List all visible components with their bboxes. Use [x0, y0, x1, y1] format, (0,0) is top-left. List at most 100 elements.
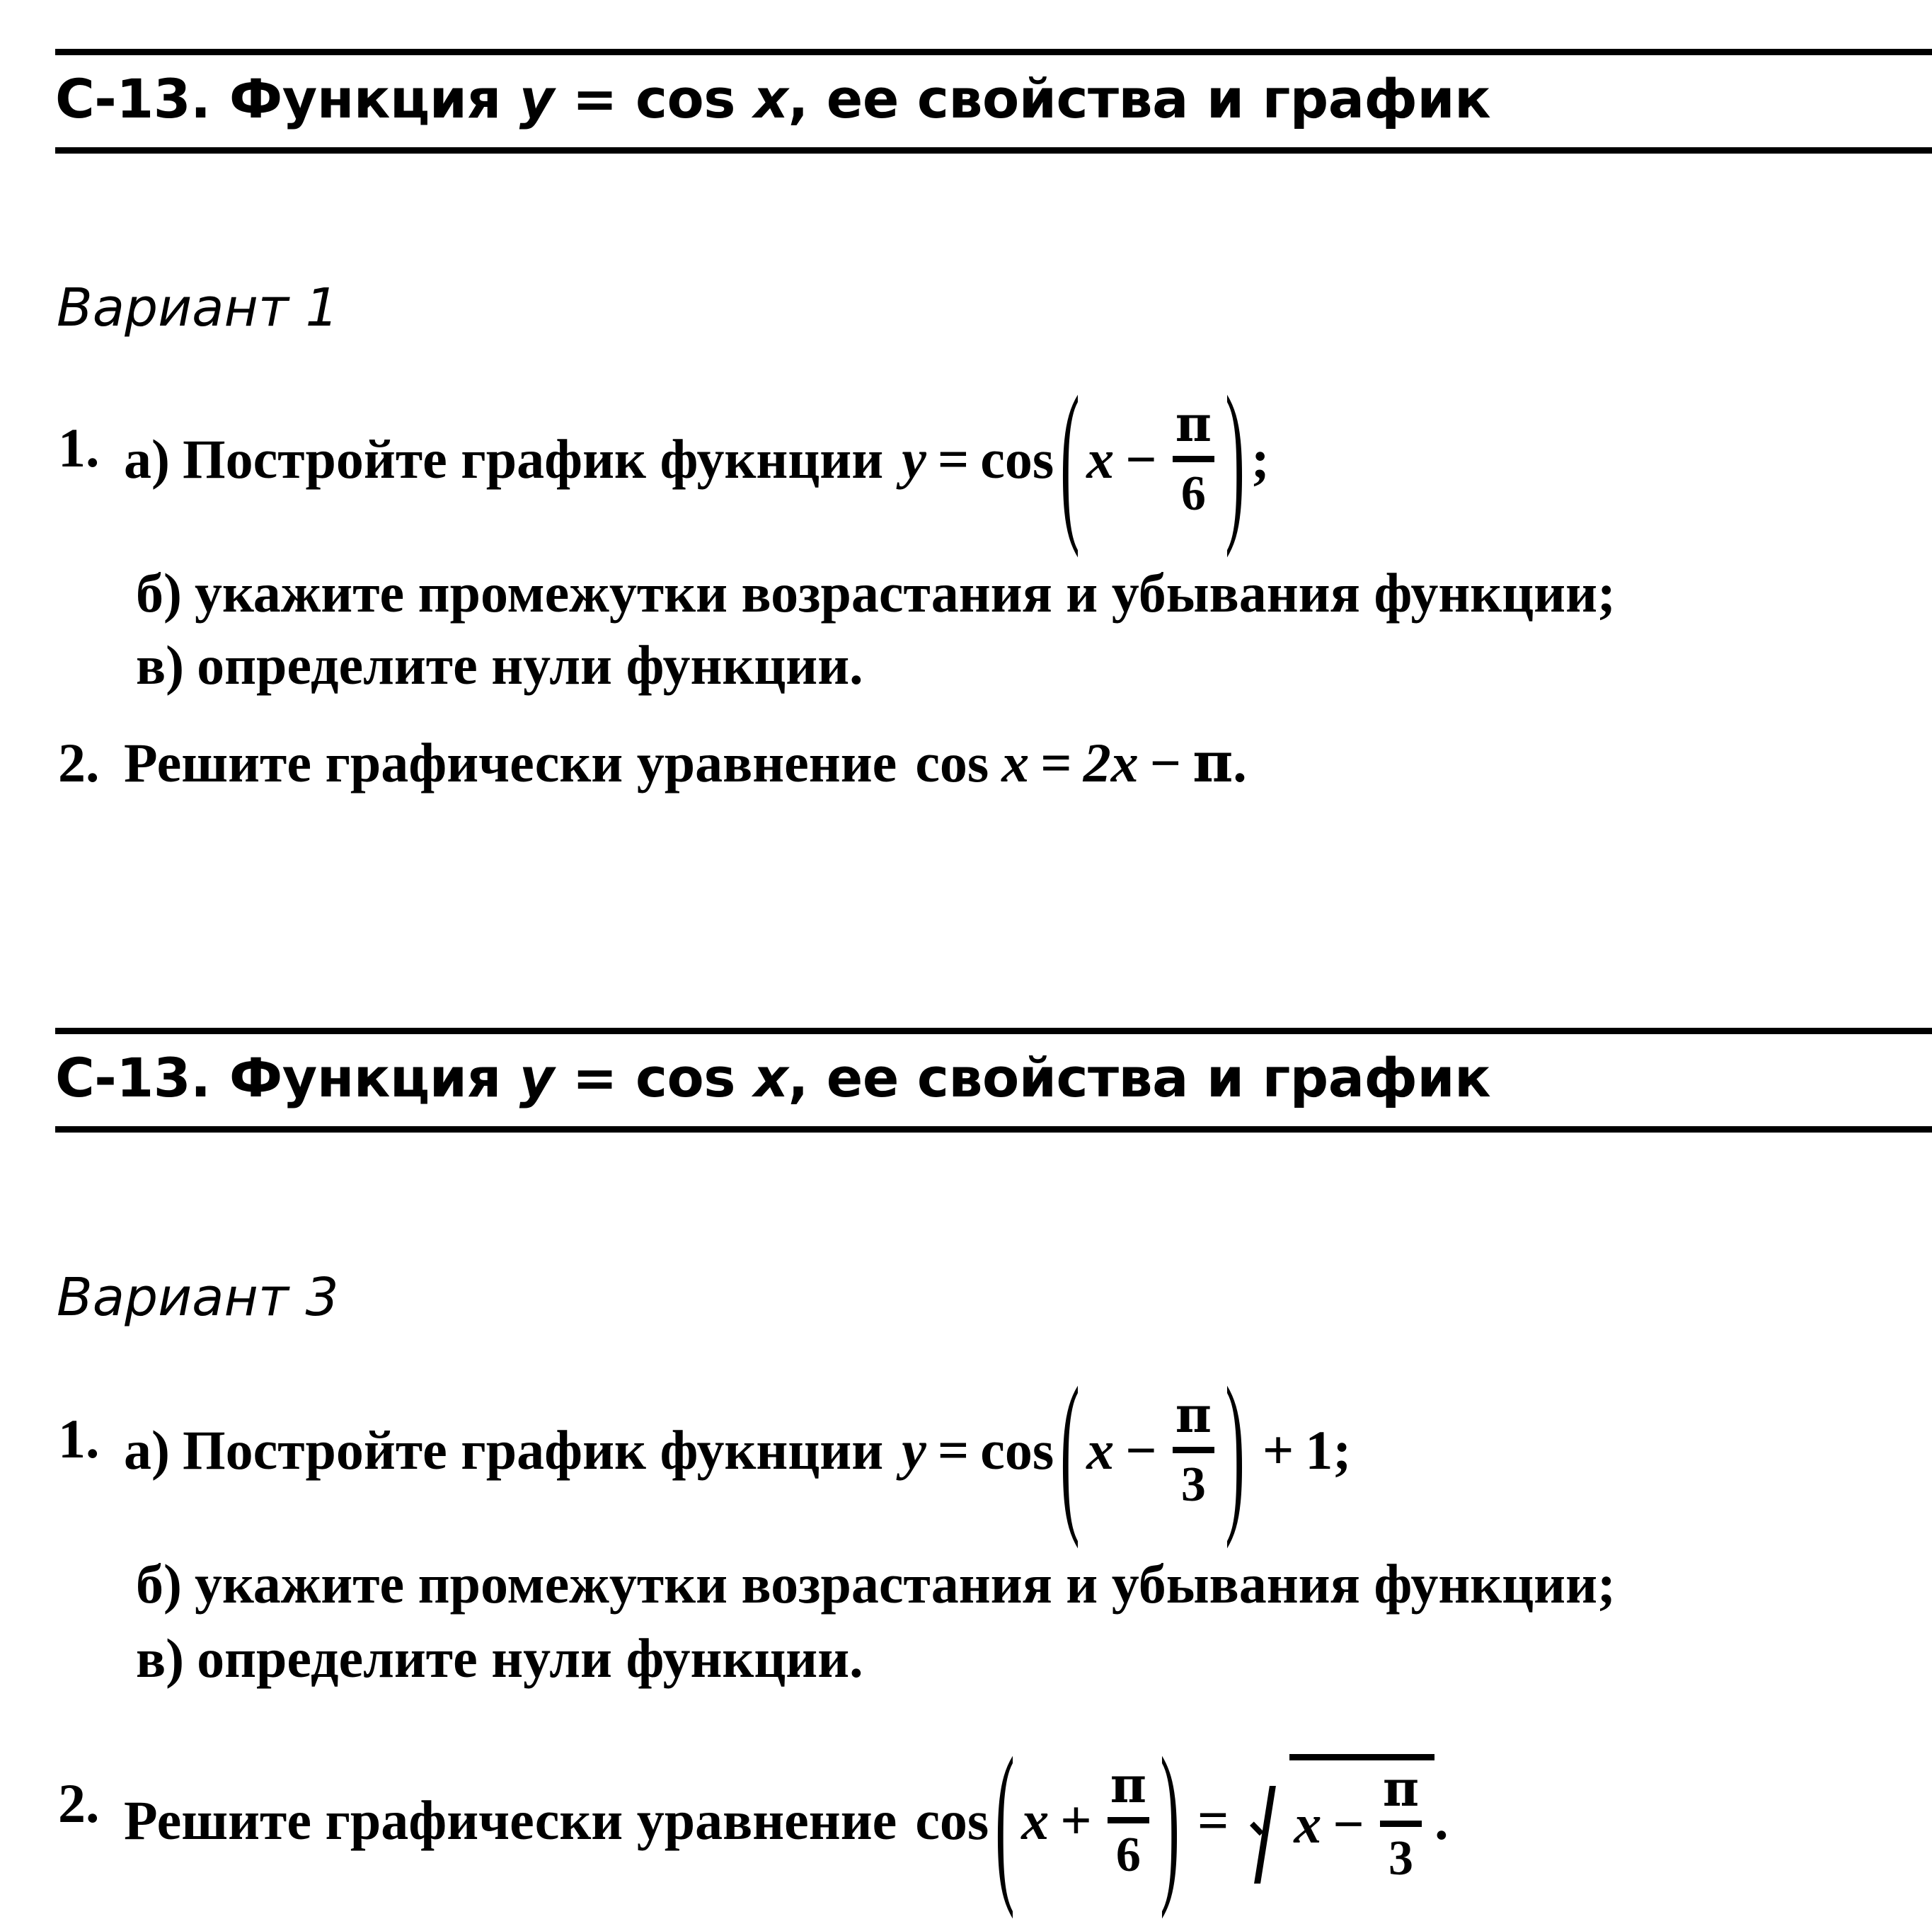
header-rule-bottom — [55, 147, 1932, 154]
formula2-fraction: π 3 — [1172, 1387, 1214, 1513]
fraction-numerator: π — [1175, 394, 1212, 453]
fraction-bar — [1172, 456, 1214, 462]
part-b-text-2: укажите промежутки возрастания и убывани… — [194, 1553, 1616, 1615]
formula2-one: 1 — [1305, 1419, 1333, 1481]
section-code: С-13. — [55, 67, 211, 130]
header-rule-top — [55, 49, 1932, 55]
header-rule-bottom-2 — [55, 1126, 1932, 1133]
part-b-text: укажите промежутки возрастания и убывани… — [194, 562, 1616, 624]
task-number-2-2: 2. — [58, 1772, 100, 1834]
task-2-line-2: Решите графически уравнение cos ( x + π … — [124, 1719, 1449, 1920]
formula-paren-close: ) — [1225, 357, 1245, 558]
formula2-cos: cos — [980, 1419, 1054, 1481]
eq-var: x — [1001, 732, 1030, 793]
radical-sign — [1250, 1754, 1288, 1886]
eq2-fraction-bar — [1107, 1817, 1149, 1823]
title-cos-2: cos — [635, 1046, 736, 1109]
title-tail-2: , ее свойства и график — [788, 1046, 1491, 1109]
root-fraction-denominator: 3 — [1388, 1831, 1413, 1886]
part-marker-c-2: в) — [136, 1627, 185, 1689]
task-2-text: Решите графически уравнение — [124, 732, 897, 793]
fraction-denominator: 6 — [1180, 466, 1206, 521]
part-marker-a-2: а) — [124, 1419, 170, 1481]
variant-label-2: Вариант 3 — [57, 1267, 339, 1328]
formula2-equals: = — [937, 1419, 970, 1481]
formula-fraction: π 6 — [1172, 394, 1214, 522]
formula-tail: ; — [1250, 428, 1270, 490]
formula2-lhs: y — [902, 1419, 926, 1481]
task-number-2-1: 1. — [58, 1408, 100, 1469]
root-op: − — [1333, 1792, 1364, 1855]
task-1c-line-2: в) определите нули функции. — [136, 1625, 863, 1692]
eq2-cos: cos — [915, 1789, 989, 1851]
part-a-text-2: Постройте график фукнции — [182, 1419, 884, 1481]
eq2-paren-open: ( — [995, 1719, 1015, 1920]
task-2-text-2: Решите графически уравнение — [124, 1789, 897, 1851]
task-1a-line-1: а) Постройте график фукнции y = cos ( x … — [124, 358, 1270, 558]
eq-equals: = — [1040, 732, 1072, 793]
formula-arg-op: − — [1125, 428, 1157, 490]
task-number-1-2: 2. — [58, 732, 100, 793]
part-marker-b-2: б) — [136, 1553, 182, 1615]
worksheet-page: С-13. Функция y = cos x, ее свойства и г… — [0, 0, 1932, 1920]
eq-pi: π — [1192, 730, 1234, 795]
eq2-fraction-numerator: π — [1110, 1755, 1146, 1814]
formula2-plus: + — [1262, 1419, 1294, 1481]
title-cos: cos — [635, 67, 736, 130]
radical-body: x − π 3 — [1289, 1754, 1434, 1886]
title-variable-y-2: y — [519, 1046, 555, 1109]
title-variable-x: x — [753, 67, 788, 130]
formula2-paren-open: ( — [1060, 1348, 1080, 1549]
eq2-equals: = — [1197, 1789, 1229, 1851]
page-title-2: С-13. Функция y = cos x, ее свойства и г… — [55, 1045, 1491, 1111]
formula-cos: cos — [980, 428, 1054, 490]
formula2-tail: ; — [1333, 1419, 1352, 1481]
section-title-text: Функция — [229, 67, 501, 130]
title-variable-x-2: x — [753, 1046, 788, 1109]
root-fraction: π 3 — [1379, 1759, 1422, 1886]
variant-label-1: Вариант 1 — [57, 277, 339, 338]
formula-paren-open: ( — [1060, 357, 1080, 558]
part-c-text: определите нули функции. — [197, 634, 863, 696]
formula2-paren-close: ) — [1225, 1348, 1245, 1549]
root-fraction-bar — [1379, 1821, 1422, 1827]
eq2-fraction: π 6 — [1107, 1755, 1149, 1883]
part-c-text-2: определите нули функции. — [197, 1627, 863, 1689]
root-var: x — [1294, 1792, 1322, 1855]
square-root-icon: x − π 3 — [1250, 1754, 1434, 1886]
task-1b-line: б) укажите промежутки возрастания и убыв… — [136, 559, 1616, 627]
formula2-arg-var: x — [1086, 1419, 1115, 1481]
task-1a-line-2: а) Постройте график фукнции y = cos ( x … — [124, 1349, 1352, 1549]
page-title: С-13. Функция y = cos x, ее свойства и г… — [55, 67, 1491, 132]
eq2-paren-close: ) — [1160, 1719, 1180, 1920]
eq-tail: . — [1233, 732, 1247, 793]
fraction2-bar — [1172, 1447, 1214, 1453]
formula-arg-var: x — [1086, 428, 1115, 490]
formula-equals: = — [937, 428, 970, 490]
fraction2-denominator: 3 — [1180, 1457, 1206, 1512]
task-1c-line: в) определите нули функции. — [136, 631, 863, 699]
title-equals-2: = — [572, 1046, 618, 1109]
task-2-line: Решите графически уравнение cos x = 2x −… — [124, 729, 1247, 797]
formula-lhs: y — [902, 428, 926, 490]
title-variable-y: y — [519, 67, 555, 130]
task-number-1-1: 1. — [58, 417, 100, 479]
formula2-arg-op: − — [1125, 1419, 1157, 1481]
eq2-arg-var: x — [1021, 1789, 1050, 1851]
part-marker-b: б) — [136, 562, 182, 624]
header-rule-top-2 — [55, 1028, 1932, 1034]
eq-rhs: 2x — [1083, 732, 1139, 793]
section-title-text-2: Функция — [229, 1046, 501, 1109]
part-marker-c: в) — [136, 634, 185, 696]
part-marker-a: а) — [124, 428, 170, 490]
title-equals: = — [572, 67, 618, 130]
eq-op: − — [1149, 732, 1182, 793]
eq2-tail: . — [1434, 1789, 1449, 1851]
eq2-arg-op: + — [1060, 1789, 1092, 1851]
section-code-2: С-13. — [55, 1046, 211, 1109]
title-tail: , ее свойства и график — [788, 67, 1491, 130]
root-fraction-numerator: π — [1382, 1759, 1420, 1818]
task-1b-line-2: б) укажите промежутки возрастания и убыв… — [136, 1550, 1616, 1618]
eq-cos: cos — [915, 732, 989, 793]
part-a-text: Постройте график фукнции — [182, 428, 884, 490]
